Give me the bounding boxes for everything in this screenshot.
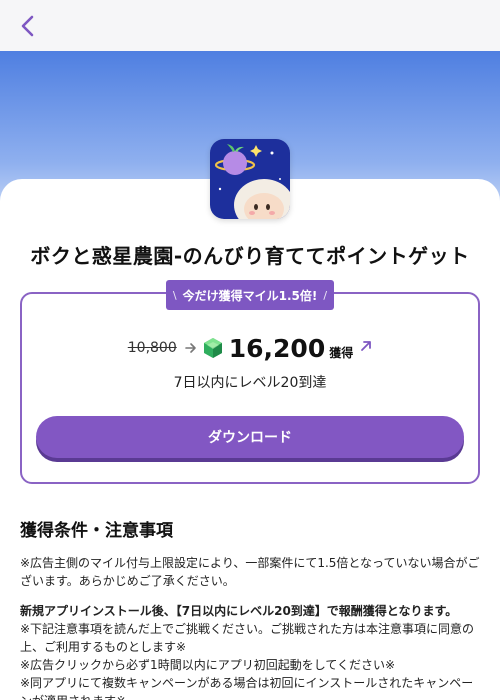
app-title: ボクと惑星農園-のんびり育ててポイントゲット: [30, 244, 470, 268]
ribbon-deco-right: /: [323, 288, 328, 302]
note-agreement: ※下記注意事項を読んだ上でご挑戦ください。ご挑戦された方は本注意事項に同意の上、…: [20, 622, 475, 654]
conditions-title: 獲得条件・注意事項: [20, 521, 173, 541]
top-bar: [0, 0, 500, 51]
gem-icon: [203, 338, 222, 358]
note-mile-limit: ※広告主側のマイル付与上限設定により、一部案件にて1.5倍となっていない場合がご…: [20, 556, 480, 588]
conditions-notes: ※広告主側のマイル付与上限設定により、一部案件にて1.5倍となっていない場合がご…: [20, 554, 482, 700]
download-button[interactable]: ダウンロード: [36, 416, 464, 458]
new-points: 16,200: [228, 333, 326, 363]
ribbon-deco-left: \: [172, 288, 177, 302]
ribbon-text: 今だけ獲得マイル1.5倍!: [182, 288, 318, 303]
earn-label: 獲得: [329, 345, 354, 360]
chevron-left-icon: [21, 15, 34, 36]
points-row: 10,800 16,200 獲得: [0, 332, 500, 364]
achievement-condition: 7日以内にレベル20到達: [173, 375, 327, 391]
bonus-ribbon: \ 今だけ獲得マイル1.5倍! /: [166, 280, 334, 310]
note-reward-condition: 新規アプリインストール後、【7日以内にレベル20到達】で報酬獲得となります。: [20, 604, 458, 618]
back-button[interactable]: [6, 0, 50, 51]
note-multiple-campaigns: ※同アプリにて複数キャンペーンがある場合は初回にインストールされたキャンペーンが…: [20, 676, 474, 700]
arrow-up-right-icon: [361, 341, 372, 351]
arrow-right-icon: [184, 343, 196, 353]
note-launch-time: ※広告クリックから必ず1時間以内にアプリ初回起動をしてください※: [20, 658, 396, 672]
old-points: 10,800: [127, 340, 177, 356]
app-icon: [210, 139, 290, 219]
